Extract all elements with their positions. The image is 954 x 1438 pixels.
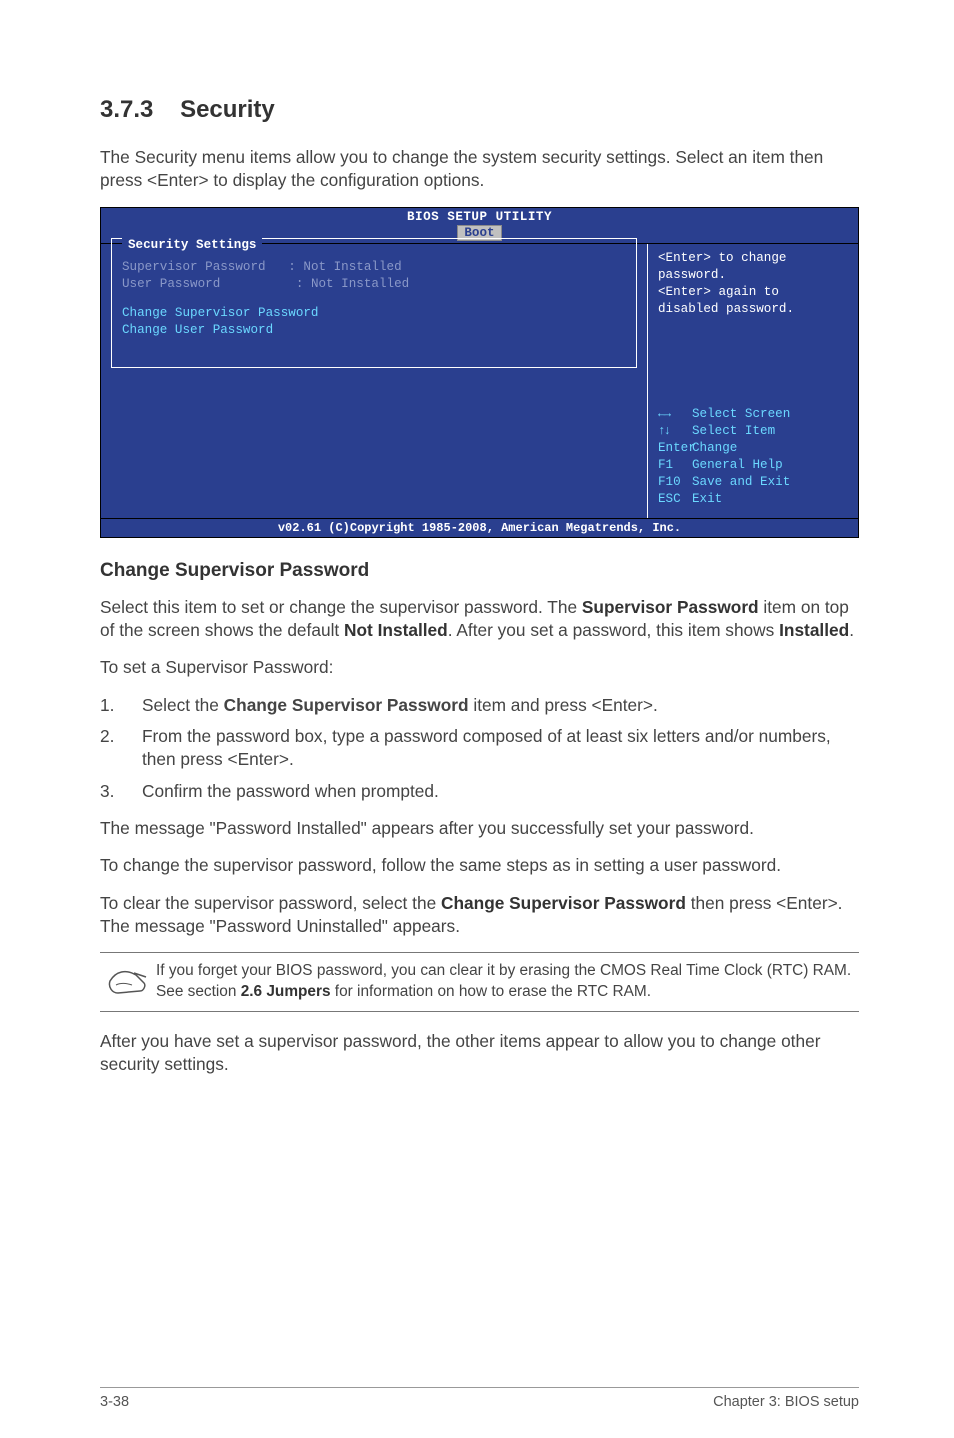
bios-help-4: disabled password.	[658, 301, 848, 318]
bios-change-supervisor: Change Supervisor Password	[122, 305, 626, 322]
bios-key-enter: EnterChange	[658, 440, 848, 457]
bios-key-f10-text: Save and Exit	[692, 475, 790, 489]
page-footer: 3-38 Chapter 3: BIOS setup	[100, 1387, 859, 1410]
intro-paragraph: The Security menu items allow you to cha…	[100, 146, 859, 193]
step-1-text: Select the Change Supervisor Password it…	[142, 694, 859, 717]
bios-key-f10: F10Save and Exit	[658, 474, 848, 491]
bios-key-item: Select Item	[658, 423, 848, 440]
note-box: If you forget your BIOS password, you ca…	[100, 952, 859, 1012]
p1-f: Installed	[779, 620, 849, 640]
note-icon	[100, 961, 156, 999]
bios-key-esc-label: ESC	[658, 491, 692, 508]
bios-key-screen: Select Screen	[658, 406, 848, 423]
section-title-text: Security	[180, 96, 275, 123]
note-text: If you forget your BIOS password, you ca…	[156, 961, 859, 1003]
s1-b: Change Supervisor Password	[224, 695, 469, 715]
step-3-text: Confirm the password when prompted.	[142, 780, 859, 803]
section-number: 3.7.3	[100, 96, 153, 123]
bios-key-f1-label: F1	[658, 457, 692, 474]
note-c: for information on how to erase the RTC …	[331, 983, 652, 1000]
subheading: Change Supervisor Password	[100, 560, 859, 582]
p1-a: Select this item to set or change the su…	[100, 597, 582, 617]
bios-row-supervisor: Supervisor Password : Not Installed	[122, 259, 626, 276]
p1-e: . After you set a password, this item sh…	[448, 620, 779, 640]
step-3: 3. Confirm the password when prompted.	[100, 780, 859, 803]
footer-right: Chapter 3: BIOS setup	[713, 1394, 859, 1410]
paragraph-5: To clear the supervisor password, select…	[100, 892, 859, 939]
bios-user-label: User Password	[122, 277, 220, 291]
bios-help-3: <Enter> again to	[658, 284, 848, 301]
bios-panel-title: Security Settings	[122, 238, 262, 252]
bios-user-value: : Not Installed	[296, 277, 409, 291]
bios-change-user: Change User Password	[122, 322, 626, 339]
bios-key-esc: ESCExit	[658, 491, 848, 508]
footer-left: 3-38	[100, 1394, 129, 1410]
p1-b: Supervisor Password	[582, 597, 759, 617]
p1-d: Not Installed	[344, 620, 448, 640]
p1-g: .	[849, 620, 854, 640]
bios-key-screen-text: Select Screen	[692, 407, 790, 421]
section-heading: 3.7.3 Security	[100, 96, 859, 124]
step-1-num: 1.	[100, 694, 142, 717]
note-b: 2.6 Jumpers	[241, 983, 331, 1000]
bios-key-f1-text: General Help	[692, 458, 783, 472]
bios-key-esc-text: Exit	[692, 492, 722, 506]
bios-key-f1: F1General Help	[658, 457, 848, 474]
bios-key-item-text: Select Item	[692, 424, 775, 438]
s1-c: item and press <Enter>.	[469, 695, 658, 715]
bios-sup-label: Supervisor Password	[122, 260, 266, 274]
paragraph-3: The message "Password Installed" appears…	[100, 817, 859, 840]
p5-a: To clear the supervisor password, select…	[100, 893, 441, 913]
bios-key-enter-label: Enter	[658, 440, 692, 457]
paragraph-6: After you have set a supervisor password…	[100, 1030, 859, 1077]
bios-screenshot: BIOS SETUP UTILITY Boot Security Setting…	[100, 207, 859, 538]
bios-title: BIOS SETUP UTILITY	[101, 208, 858, 225]
bios-key-f10-label: F10	[658, 474, 692, 491]
step-3-num: 3.	[100, 780, 142, 803]
arrows-lr-icon	[658, 407, 669, 421]
paragraph-1: Select this item to set or change the su…	[100, 596, 859, 643]
step-2: 2. From the password box, type a passwor…	[100, 725, 859, 772]
bios-help-2: password.	[658, 267, 848, 284]
paragraph-4: To change the supervisor password, follo…	[100, 854, 859, 877]
step-2-text: From the password box, type a password c…	[142, 725, 859, 772]
bios-sup-value: : Not Installed	[288, 260, 401, 274]
hand-icon	[106, 963, 150, 999]
bios-key-enter-text: Change	[692, 441, 737, 455]
paragraph-2: To set a Supervisor Password:	[100, 656, 859, 679]
steps-list: 1. Select the Change Supervisor Password…	[100, 694, 859, 803]
step-2-num: 2.	[100, 725, 142, 772]
bios-footer: v02.61 (C)Copyright 1985-2008, American …	[101, 518, 858, 537]
step-1: 1. Select the Change Supervisor Password…	[100, 694, 859, 717]
p5-b: Change Supervisor Password	[441, 893, 686, 913]
s1-a: Select the	[142, 695, 224, 715]
bios-row-user: User Password : Not Installed	[122, 276, 626, 293]
bios-help-1: <Enter> to change	[658, 250, 848, 267]
arrows-ud-icon	[658, 424, 669, 438]
